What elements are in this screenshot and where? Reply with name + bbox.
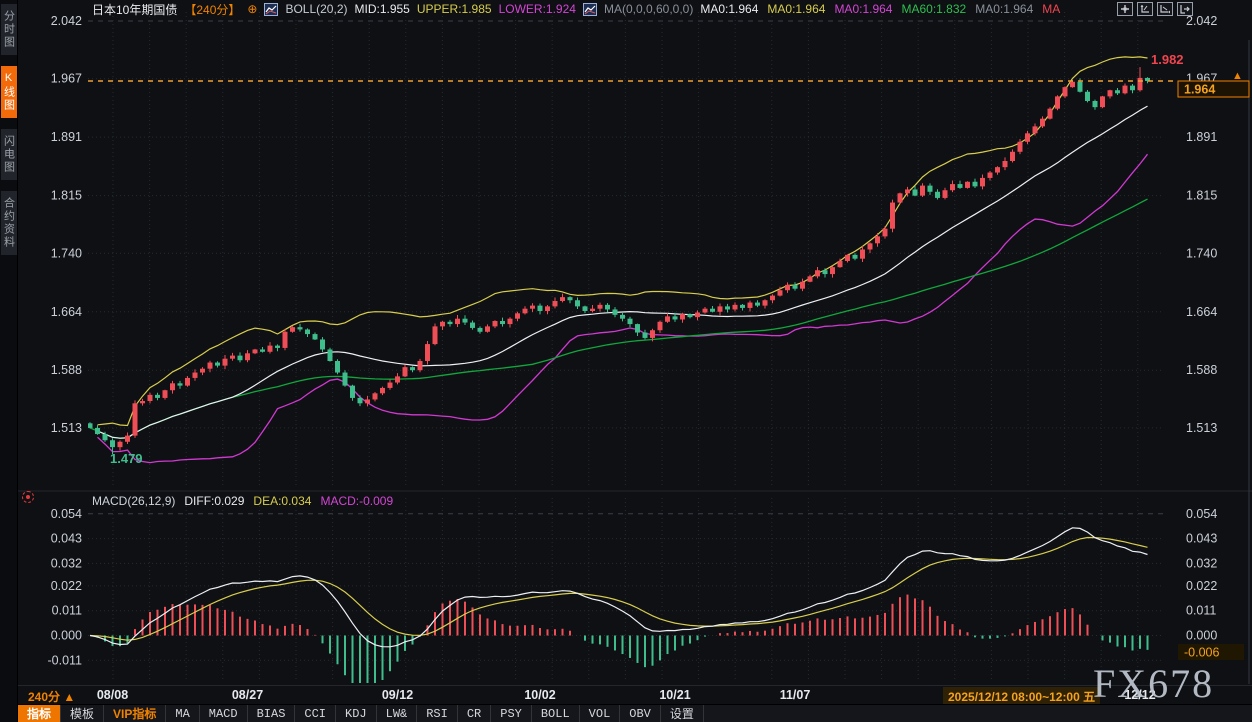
add-indicator-icon[interactable]: ⊕ [247,2,257,16]
toolbar-item-PSY[interactable]: PSY [491,705,532,722]
period-label: 【240分】 [184,1,240,18]
macd-tick-left: 0.000 [51,629,82,643]
boll-params-label: BOLL(20,2) [285,2,347,16]
toolbar-item-BIAS[interactable]: BIAS [248,705,296,722]
price-tick-left: 1.664 [51,305,82,319]
price-chart-canvas[interactable]: 2.0422.0421.9671.9671.8911.8911.8151.815… [0,0,1252,722]
toolbar-item-设置[interactable]: 设置 [661,705,704,722]
ma-value-0: MA0:1.964 [700,2,758,16]
boll-lower-value: LOWER:1.924 [499,2,576,16]
date-tick-11/07: 11/07 [780,688,811,702]
macd-tick-left: 0.043 [51,532,82,546]
scale-right-icon[interactable] [1157,2,1173,16]
price-tick-left: 1.891 [51,130,82,144]
instrument-title: 日本10年期国债 [92,1,177,18]
macd-indicator-target-icon[interactable] [22,491,34,503]
toolbar-item-MA[interactable]: MA [166,705,199,722]
sidebar: 分时图 K线图闪电图合约资料 [0,0,18,722]
candles [88,67,1151,454]
sidebar-tab-3[interactable]: 合约资料 [1,191,17,255]
macd-tick-right: 0.022 [1186,579,1217,593]
high-price-marker: 1.982 [1151,52,1184,67]
toolbar-item-CR[interactable]: CR [458,705,491,722]
price-tick-right: 1.815 [1186,189,1217,203]
price-tick-right: 2.042 [1186,14,1217,28]
fx678-watermark: FX678 [1093,664,1214,704]
macd-tick-left: 0.011 [52,604,82,618]
macd-current-value: -0.006 [1184,646,1219,660]
price-tick-left: 1.588 [51,363,82,377]
price-tick-right: 1.891 [1186,130,1217,144]
macd-tick-right: 0.000 [1186,629,1217,643]
macd-tick-left: 0.022 [51,579,82,593]
toolbar-item-VIP指标[interactable]: VIP指标 [104,705,166,722]
macd-pane [90,528,1148,683]
ma-params-label: MA(0,0,0,60,0,0) [604,2,693,16]
ma-value-5: MA [1042,2,1060,16]
ma-chart-icon [583,3,597,16]
ma-value-4: MA0:1.964 [975,2,1033,16]
price-tick-left: 1.967 [51,72,82,86]
price-tick-left: 1.740 [51,246,82,260]
main-pane [90,57,1148,463]
ma-value-1: MA0:1.964 [767,2,825,16]
boll-upper-value: UPPER:1.985 [417,2,492,16]
period-selector[interactable]: 240分 ▲ [28,688,75,705]
pane-controls [1117,2,1193,16]
price-tick-left: 2.042 [51,14,82,28]
indicator-toolbar: 指标模板VIP指标MAMACDBIASCCIKDJLW&RSICRPSYBOLL… [18,704,1252,722]
date-tick-10/21: 10/21 [659,688,690,702]
price-tick-right: 1.513 [1186,421,1217,435]
toolbar-item-LW&[interactable]: LW& [377,705,418,722]
indicator-header: 日本10年期国债 【240分】 ⊕ BOLL(20,2) MID:1.955 U… [92,1,1060,17]
toolbar-item-BOLL[interactable]: BOLL [532,705,580,722]
price-tick-right: 1.664 [1186,305,1217,319]
macd-diff-value: DIFF:0.029 [184,494,244,508]
low-price-marker: 1.479 [110,451,143,466]
toolbar-item-模板[interactable]: 模板 [61,705,104,722]
ma-values: MA0:1.964 MA0:1.964 MA0:1.964 MA60:1.832 MA0… [700,2,1060,16]
toolbar-item-KDJ[interactable]: KDJ [336,705,377,722]
crosshair-move-icon[interactable] [1117,2,1133,16]
macd-params-label: MACD(26,12,9) [92,494,175,508]
boll-mid-value: MID:1.955 [355,2,410,16]
toolbar-item-MACD[interactable]: MACD [200,705,248,722]
date-tick-10/02: 10/02 [524,688,555,702]
macd-tick-left: -0.011 [47,653,82,667]
date-tick-08/27: 08/27 [232,688,263,702]
macd-tick-left: 0.054 [51,507,82,521]
popout-icon[interactable] [1177,2,1193,16]
macd-tick-right: 0.054 [1186,507,1217,521]
macd-tick-right: 0.043 [1186,532,1217,546]
date-tick-09/12: 09/12 [382,688,413,702]
scale-left-icon[interactable] [1137,2,1153,16]
ma-value-2: MA0:1.964 [834,2,892,16]
boll-chart-icon [264,3,278,16]
toolbar-item-CCI[interactable]: CCI [295,705,336,722]
sidebar-tab-0[interactable]: 分时图 [1,4,17,55]
macd-tick-right: 0.032 [1186,556,1217,570]
price-tick-left: 1.815 [51,189,82,203]
macd-tick-right: 0.011 [1186,604,1216,618]
macd-header: MACD(26,12,9) DIFF:0.029 DEA:0.034 MACD:… [92,494,393,508]
date-tick-08/08: 08/08 [97,688,128,702]
price-tick-right: 1.740 [1186,246,1217,260]
macd-tick-left: 0.032 [51,556,82,570]
last-price-value: 1.964 [1184,83,1215,97]
price-tick-right: 1.588 [1186,363,1217,377]
macd-dea-value: DEA:0.034 [253,494,311,508]
sidebar-tab-2[interactable]: 闪电图 [1,129,17,180]
toolbar-item-指标[interactable]: 指标 [18,705,61,722]
toolbar-item-VOL[interactable]: VOL [580,705,621,722]
sidebar-tab-1[interactable]: K线图 [1,66,17,118]
scroll-latest-arrow[interactable]: ▲ [1232,70,1243,82]
ma-value-3: MA60:1.832 [901,2,966,16]
toolbar-item-OBV[interactable]: OBV [620,705,661,722]
price-tick-left: 1.513 [51,421,82,435]
macd-macd-value: MACD:-0.009 [320,494,393,508]
toolbar-item-RSI[interactable]: RSI [417,705,458,722]
